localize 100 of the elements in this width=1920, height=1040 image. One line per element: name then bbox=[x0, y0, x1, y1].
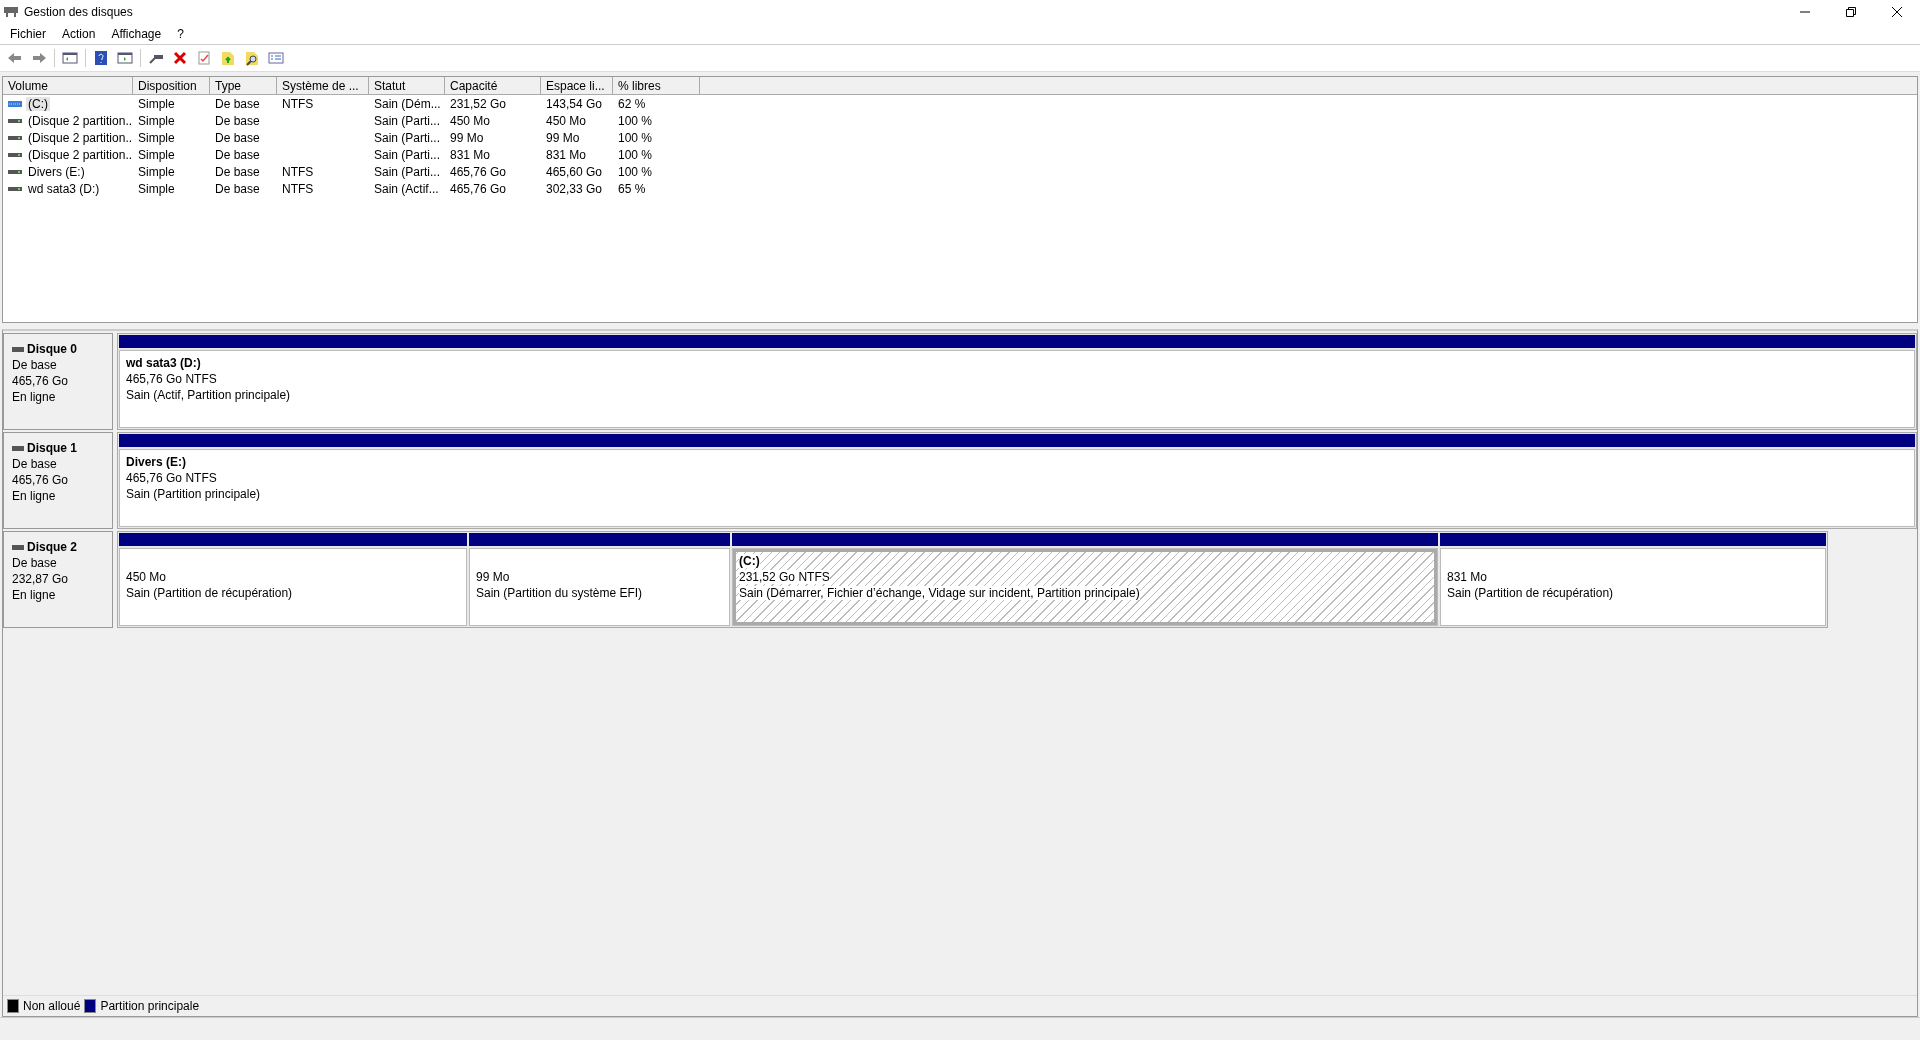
partition-status: Sain (Partition de récupération) bbox=[126, 586, 293, 600]
disk-size: 465,76 Go bbox=[12, 473, 70, 487]
disk-label-panel[interactable]: Disque 2 De base 232,87 Go En ligne bbox=[3, 531, 113, 628]
table-cell: De base bbox=[215, 96, 260, 111]
table-cell: De base bbox=[215, 113, 260, 128]
drive-icon bbox=[12, 346, 24, 352]
system-drive-icon bbox=[8, 99, 22, 108]
table-cell: De base bbox=[215, 147, 260, 162]
menu-item[interactable]: Fichier bbox=[2, 24, 54, 44]
table-cell: 831 Mo bbox=[450, 147, 491, 162]
disk-type: De base bbox=[12, 556, 58, 570]
table-cell: Simple bbox=[138, 130, 175, 145]
legend-label: Non alloué bbox=[23, 999, 81, 1013]
table-cell: Simple bbox=[138, 96, 175, 111]
disk-size: 465,76 Go bbox=[12, 374, 70, 388]
legend-label: Partition principale bbox=[100, 999, 200, 1013]
table-cell: 231,52 Go bbox=[450, 96, 507, 111]
disk-type: De base bbox=[12, 358, 58, 372]
disk-name: Disque 0 bbox=[27, 342, 77, 356]
search-icon[interactable] bbox=[243, 49, 261, 67]
table-cell: 302,33 Go bbox=[546, 181, 603, 196]
table-cell[interactable]: (Disque 2 partition... bbox=[26, 147, 133, 162]
partition-size: 99 Mo bbox=[476, 570, 510, 584]
delete-icon[interactable] bbox=[171, 49, 189, 67]
table-cell[interactable]: wd sata3 (D:) bbox=[26, 181, 102, 196]
table-cell[interactable]: (Disque 2 partition... bbox=[26, 113, 133, 128]
table-cell: 143,54 Go bbox=[546, 96, 603, 111]
disk-status: En ligne bbox=[12, 489, 57, 503]
disk-type: De base bbox=[12, 457, 58, 471]
disk-name: Disque 2 bbox=[27, 540, 77, 554]
table-cell: De base bbox=[215, 181, 260, 196]
table-cell: De base bbox=[215, 164, 260, 179]
table-cell: Sain (Parti... bbox=[374, 130, 441, 145]
table-cell: 65 % bbox=[618, 181, 646, 196]
partition-status: Sain (Partition du système EFI) bbox=[476, 586, 643, 600]
partition-size: 231,52 Go NTFS bbox=[739, 570, 830, 584]
table-cell: Sain (Parti... bbox=[374, 147, 441, 162]
restore-icon bbox=[1846, 7, 1856, 17]
table-cell: NTFS bbox=[282, 181, 314, 196]
partition-size: 450 Mo bbox=[126, 570, 167, 584]
table-cell: 99 Mo bbox=[546, 130, 580, 145]
folder-arrow-icon[interactable] bbox=[219, 49, 237, 67]
partition-name: Divers (E:) bbox=[126, 455, 187, 469]
partition-status: Sain (Partition de récupération) bbox=[1447, 586, 1614, 600]
partition-status: Sain (Partition principale) bbox=[126, 487, 261, 501]
partition-status: Sain (Démarrer, Fichier d’échange, Vidage sur incident, Partition principale) bbox=[739, 586, 1140, 600]
disk-label-panel[interactable]: Disque 0 De base 465,76 Go En ligne bbox=[3, 333, 113, 430]
disk-management-icon bbox=[4, 6, 18, 18]
checklist-icon[interactable] bbox=[195, 49, 213, 67]
partition-size: 831 Mo bbox=[1447, 570, 1488, 584]
partition-size: 465,76 Go NTFS bbox=[126, 471, 217, 485]
disk-name: Disque 1 bbox=[27, 441, 77, 455]
table-cell: 100 % bbox=[618, 113, 653, 128]
partition-size: 465,76 Go NTFS bbox=[126, 372, 217, 386]
partition-block[interactable]: 831 Mo Sain (Partition de récupération) bbox=[1440, 548, 1826, 626]
partition-name: wd sata3 (D:) bbox=[126, 356, 201, 370]
close-icon bbox=[1892, 7, 1902, 17]
table-cell[interactable]: Divers (E:) bbox=[26, 164, 87, 179]
drive-icon bbox=[12, 544, 24, 550]
table-cell: 99 Mo bbox=[450, 130, 484, 145]
partition-block[interactable]: 450 Mo Sain (Partition de récupération) bbox=[119, 548, 467, 626]
table-cell: Sain (Actif... bbox=[374, 181, 439, 196]
disk-label-panel[interactable]: Disque 1 De base 465,76 Go En ligne bbox=[3, 432, 113, 529]
table-cell: 100 % bbox=[618, 130, 653, 145]
table-cell: Sain (Dém... bbox=[374, 96, 441, 111]
drive-icon bbox=[12, 445, 24, 451]
panel-icon[interactable] bbox=[116, 49, 134, 67]
table-cell: NTFS bbox=[282, 164, 314, 179]
table-cell: 465,76 Go bbox=[450, 181, 507, 196]
menu-item[interactable]: Affichage bbox=[103, 24, 170, 44]
table-cell: Sain (Parti... bbox=[374, 113, 441, 128]
partition-block[interactable]: Divers (E:) 465,76 Go NTFS Sain (Partition principale) bbox=[119, 449, 1915, 527]
table-cell: 450 Mo bbox=[546, 113, 587, 128]
table-cell: 100 % bbox=[618, 147, 653, 162]
table-cell: 465,76 Go bbox=[450, 164, 507, 179]
window-title: Gestion des disques bbox=[24, 5, 134, 19]
table-cell[interactable]: (C:) bbox=[26, 96, 50, 111]
table-cell: 450 Mo bbox=[450, 113, 491, 128]
table-cell: Simple bbox=[138, 164, 175, 179]
menu-item[interactable]: Action bbox=[54, 24, 104, 44]
table-cell: De base bbox=[215, 130, 260, 145]
help-icon[interactable] bbox=[92, 49, 110, 67]
table-cell: Sain (Parti... bbox=[374, 164, 441, 179]
table-cell: 465,60 Go bbox=[546, 164, 603, 179]
table-cell: NTFS bbox=[282, 96, 314, 111]
table-cell: 831 Mo bbox=[546, 147, 587, 162]
table-cell: 62 % bbox=[618, 96, 646, 111]
partition-name: (C:) bbox=[739, 554, 760, 568]
partition-block[interactable]: wd sata3 (D:) 465,76 Go NTFS Sain (Actif, Partition principale) bbox=[119, 350, 1915, 428]
disk-size: 232,87 Go bbox=[12, 572, 70, 586]
table-cell[interactable]: (Disque 2 partition... bbox=[26, 130, 133, 145]
table-cell: Simple bbox=[138, 113, 175, 128]
partition-block[interactable]: (C:) 231,52 Go NTFS Sain (Démarrer, Fichier d’échange, Vidage sur incident, Partition principale) bbox=[732, 548, 1438, 626]
panel-icon[interactable] bbox=[61, 49, 79, 67]
menu-item[interactable]: ? bbox=[169, 24, 192, 44]
partition-status: Sain (Actif, Partition principale) bbox=[126, 388, 291, 402]
disk-status: En ligne bbox=[12, 390, 57, 404]
table-cell: 100 % bbox=[618, 164, 653, 179]
table-cell: Simple bbox=[138, 147, 175, 162]
partition-block[interactable]: 99 Mo Sain (Partition du système EFI) bbox=[469, 548, 730, 626]
